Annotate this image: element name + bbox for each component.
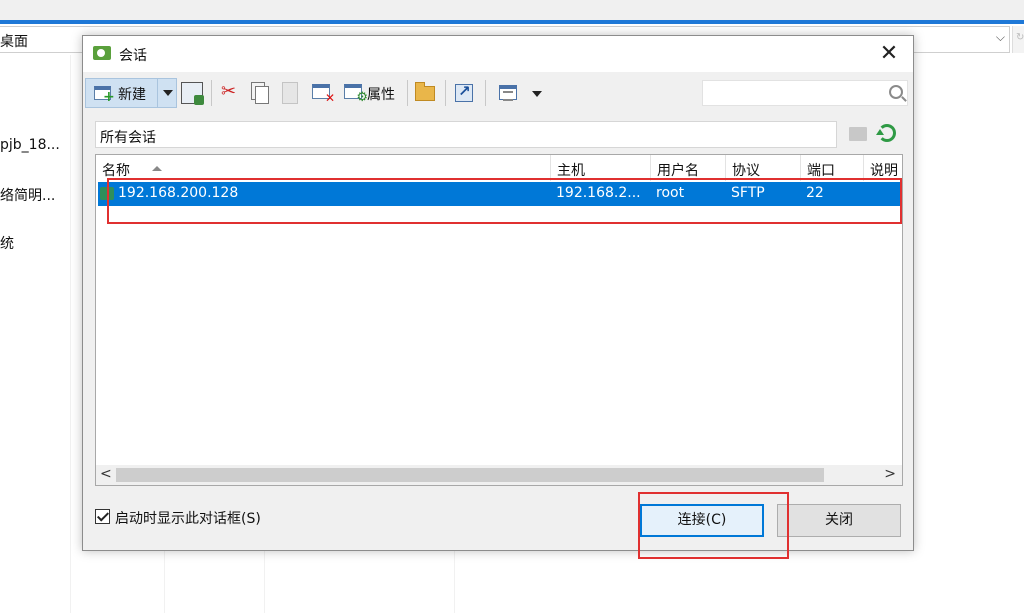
- explorer-list-item[interactable]: 络简明...: [0, 185, 55, 205]
- toolbar-separator: [445, 80, 446, 106]
- explorer-column-divider: [70, 55, 71, 613]
- session-name: 192.168.200.128: [118, 185, 239, 201]
- search-input[interactable]: [702, 80, 908, 106]
- column-header-name[interactable]: 名称: [102, 155, 550, 181]
- column-header-protocol[interactable]: 协议: [725, 155, 800, 181]
- dialog-titlebar: 会话 ✕: [83, 36, 913, 72]
- column-header-label: 名称: [102, 163, 130, 179]
- session-port: 22: [806, 185, 824, 201]
- paste-icon[interactable]: [282, 82, 298, 104]
- session-path-bar[interactable]: 所有会话: [95, 121, 837, 148]
- new-session-label: 新建: [118, 87, 146, 103]
- chevron-down-icon[interactable]: ⌵: [996, 30, 1005, 45]
- toolbar-separator: [485, 80, 486, 106]
- dialog-toolbar: 新建 属性: [83, 76, 913, 110]
- session-user: root: [656, 185, 685, 201]
- toolbar-separator: [407, 80, 408, 106]
- session-dialog: 会话 ✕ 新建 属性 所有会话 名称: [82, 35, 914, 551]
- properties-label[interactable]: 属性: [367, 84, 395, 104]
- session-row[interactable]: 192.168.200.128 192.168.2... root SFTP 2…: [98, 182, 900, 206]
- column-header-note[interactable]: 说明: [863, 155, 902, 181]
- column-header-user[interactable]: 用户名: [650, 155, 726, 181]
- refresh-icon: ↻: [1016, 32, 1024, 43]
- address-bar-text: 桌面: [0, 34, 28, 50]
- delete-session-icon[interactable]: [312, 84, 335, 105]
- session-list-header: 名称 主机 用户名 协议 端口 说明: [96, 155, 902, 181]
- explorer-refresh-area[interactable]: ↻: [1012, 26, 1024, 53]
- session-protocol: SFTP: [731, 185, 765, 201]
- session-host: 192.168.2...: [556, 185, 641, 201]
- copy-icon[interactable]: [251, 82, 269, 104]
- scrollbar-thumb[interactable]: [116, 468, 824, 482]
- horizontal-scrollbar[interactable]: < >: [96, 465, 902, 485]
- cut-icon[interactable]: [219, 81, 241, 104]
- session-list[interactable]: 名称 主机 用户名 协议 端口 说明 192.168.200.128 192.1…: [95, 154, 903, 486]
- dialog-title: 会话: [119, 48, 147, 64]
- show-on-startup-checkbox[interactable]: [95, 509, 110, 524]
- session-path-text: 所有会话: [100, 130, 156, 146]
- close-button[interactable]: 关闭: [777, 504, 901, 537]
- connect-button[interactable]: 连接(C): [640, 504, 764, 537]
- scroll-left-icon[interactable]: <: [100, 466, 112, 482]
- toolbar-separator: [211, 80, 212, 106]
- explorer-titlebar: [0, 0, 1024, 20]
- close-icon[interactable]: ✕: [875, 40, 903, 68]
- new-session-dropdown[interactable]: [157, 78, 177, 108]
- explorer-list-item[interactable]: pjb_18...: [0, 137, 60, 153]
- folder-icon[interactable]: [415, 82, 435, 101]
- search-icon[interactable]: [889, 85, 903, 99]
- show-on-startup-label[interactable]: 启动时显示此对话框(S): [115, 508, 261, 528]
- save-icon[interactable]: [181, 82, 204, 105]
- view-dropdown-icon[interactable]: [532, 91, 542, 97]
- refresh-icon[interactable]: [876, 124, 896, 142]
- session-icon: [100, 187, 114, 200]
- explorer-list-item[interactable]: 统: [0, 233, 14, 253]
- app-logo-icon: [93, 46, 111, 60]
- shortcut-icon[interactable]: [455, 82, 473, 102]
- column-header-port[interactable]: 端口: [800, 155, 863, 181]
- scroll-right-icon[interactable]: >: [884, 466, 896, 482]
- view-icon[interactable]: [499, 85, 517, 101]
- new-session-icon: [94, 86, 115, 105]
- properties-icon[interactable]: [344, 84, 368, 105]
- column-header-host[interactable]: 主机: [550, 155, 650, 181]
- sort-ascending-icon: [152, 166, 162, 171]
- new-folder-icon[interactable]: [849, 127, 867, 141]
- explorer-accent-line: [0, 20, 1024, 24]
